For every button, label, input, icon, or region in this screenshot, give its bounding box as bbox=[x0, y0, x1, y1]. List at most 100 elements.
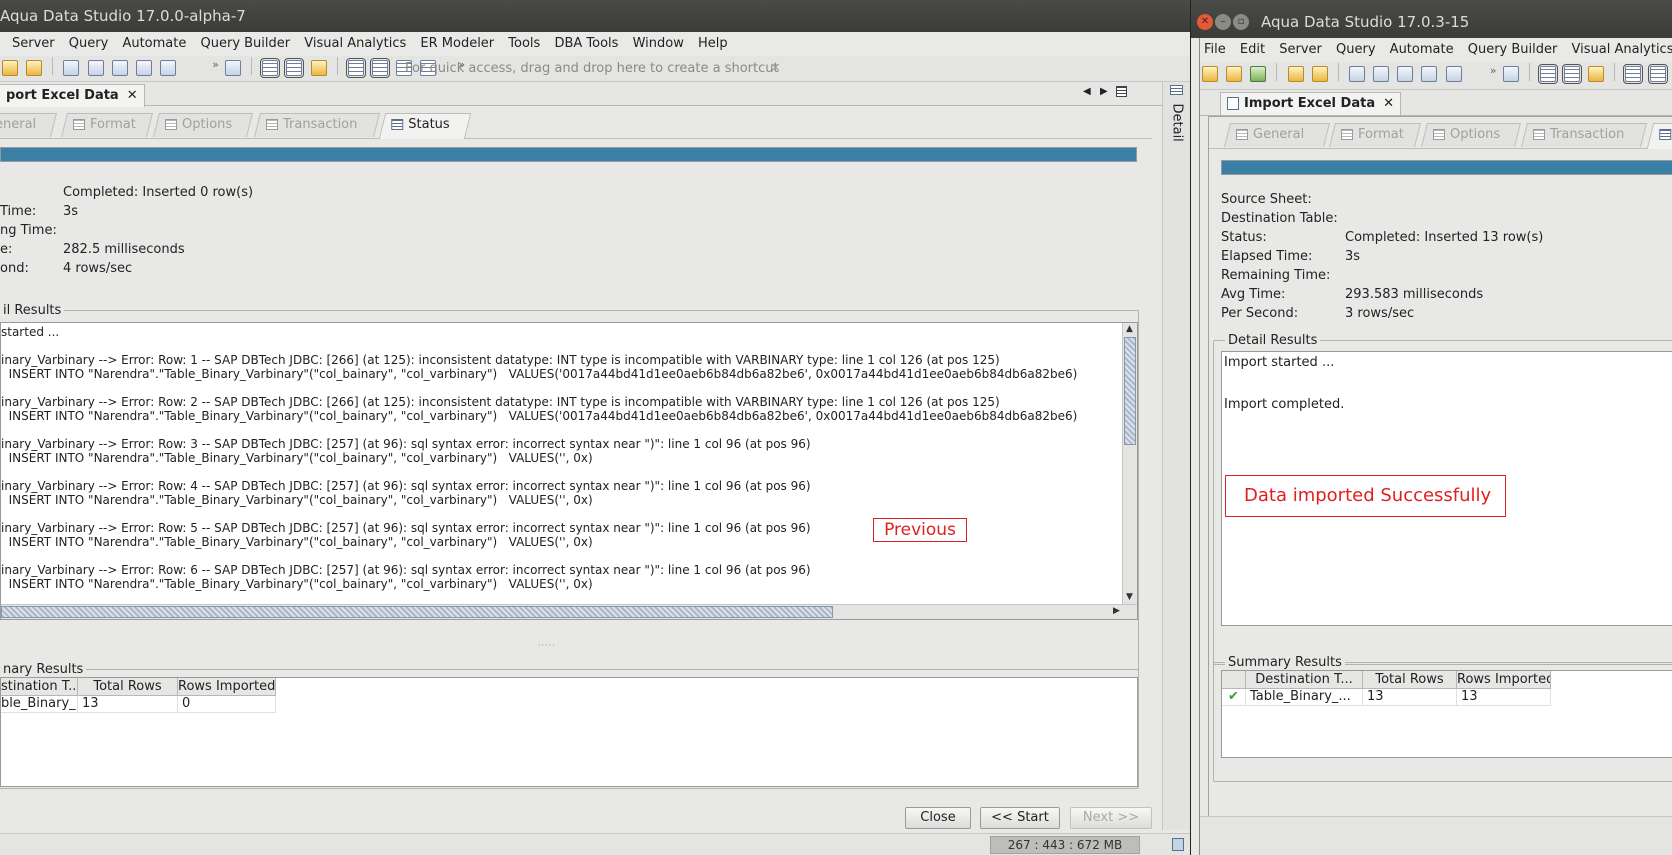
print-icon[interactable] bbox=[1445, 66, 1462, 82]
menu-window[interactable]: Window bbox=[633, 32, 684, 56]
tab-general[interactable]: eneral bbox=[0, 113, 57, 137]
tab-options[interactable]: Options bbox=[153, 113, 253, 137]
menu-automate[interactable]: Automate bbox=[122, 32, 186, 56]
window-maximize-icon[interactable]: ▫ bbox=[1233, 14, 1249, 30]
doc-tab-import-excel-data[interactable]: port Excel Data ✕ bbox=[0, 84, 145, 107]
menu-server[interactable]: Server bbox=[12, 32, 55, 56]
menu-server[interactable]: Server bbox=[1279, 38, 1322, 62]
edit-connection-icon[interactable] bbox=[1226, 66, 1243, 82]
refresh-icon[interactable] bbox=[1250, 66, 1267, 82]
scroll-thumb[interactable] bbox=[1, 606, 833, 618]
compare-icon[interactable] bbox=[1397, 66, 1414, 82]
log-text: Import started ... Import completed. bbox=[1224, 356, 1344, 412]
menu-query[interactable]: Query bbox=[1336, 38, 1376, 62]
detail-results-log[interactable]: started ... inary_Varbinary --> Error: Ro… bbox=[0, 322, 1138, 620]
memory-indicator[interactable]: 267 : 443 : 672 MB bbox=[990, 836, 1140, 854]
close-icon[interactable]: ✕ bbox=[127, 88, 138, 103]
tab-format[interactable]: Format bbox=[1329, 123, 1421, 147]
tab-general[interactable]: General bbox=[1224, 123, 1330, 147]
detail-side-tab[interactable]: Detail bbox=[1170, 104, 1185, 144]
menu-automate[interactable]: Automate bbox=[1390, 38, 1454, 62]
scroll-up-icon[interactable]: ▲ bbox=[1123, 323, 1136, 336]
splitter-grip[interactable]: ····· bbox=[538, 641, 556, 650]
menu-tools[interactable]: Tools bbox=[508, 32, 540, 56]
col-total-rows[interactable]: Total Rows bbox=[1363, 671, 1457, 689]
col-row-status[interactable] bbox=[1222, 671, 1246, 689]
new-connection-icon[interactable] bbox=[2, 60, 18, 76]
col-destination-table[interactable]: Destination T... bbox=[1246, 671, 1363, 689]
script-icon[interactable] bbox=[1502, 66, 1519, 82]
window-minimize-icon[interactable]: – bbox=[1215, 14, 1231, 30]
menu-query[interactable]: Query bbox=[69, 32, 109, 56]
garbage-collect-icon[interactable] bbox=[1172, 838, 1184, 851]
menu-visual-analytics[interactable]: Visual Analytics bbox=[1572, 38, 1672, 62]
start-button[interactable]: << Start bbox=[980, 807, 1060, 829]
menu-dba-tools[interactable]: DBA Tools bbox=[554, 32, 618, 56]
window-close-icon[interactable]: ✕ bbox=[1197, 14, 1213, 30]
col-total-rows[interactable]: Total Rows bbox=[78, 678, 178, 696]
close-button[interactable]: Close bbox=[905, 807, 971, 829]
quick-access-close-icon[interactable]: ✕ bbox=[770, 56, 781, 82]
tab-options[interactable]: Options bbox=[1421, 123, 1521, 147]
elapsed-time-value: 3s bbox=[1345, 249, 1361, 264]
summary-results-table[interactable]: Destination T... Total Rows Rows Importe… bbox=[1221, 670, 1672, 758]
tab-scroll-left-icon[interactable]: ◀ bbox=[1083, 86, 1091, 97]
menu-edit[interactable]: Edit bbox=[1240, 38, 1265, 62]
properties-icon[interactable] bbox=[1311, 66, 1328, 82]
tab-transaction[interactable]: Transaction bbox=[254, 113, 380, 137]
scroll-thumb[interactable] bbox=[1124, 337, 1136, 445]
results-grid-icon[interactable] bbox=[1623, 64, 1644, 84]
menu-query-builder[interactable]: Query Builder bbox=[1468, 38, 1558, 62]
next-button[interactable]: Next >> bbox=[1070, 807, 1152, 829]
col-rows-imported[interactable]: Rows Imported bbox=[1457, 671, 1551, 689]
query-analyzer-icon[interactable] bbox=[87, 60, 104, 76]
query-analyzer-icon[interactable] bbox=[1373, 66, 1390, 82]
elapsed-time-value: 3s bbox=[63, 204, 79, 219]
status-fields: Completed: Inserted 0 row(s) Time: 3s ng… bbox=[0, 183, 600, 283]
tab-status[interactable]: Status bbox=[378, 113, 472, 139]
table-view-icon[interactable] bbox=[1561, 64, 1582, 84]
col-rows-imported[interactable]: Rows Imported bbox=[178, 678, 276, 696]
scroll-down-icon[interactable]: ▼ bbox=[1123, 591, 1136, 604]
folder-icon[interactable] bbox=[1588, 66, 1605, 82]
table-icon bbox=[391, 119, 404, 130]
close-icon[interactable]: ✕ bbox=[1383, 96, 1394, 111]
export-icon[interactable] bbox=[135, 60, 152, 76]
tab-scroll-right-icon[interactable]: ▶ bbox=[1100, 86, 1108, 97]
compare-icon[interactable] bbox=[111, 60, 128, 76]
tab-transaction[interactable]: Transaction bbox=[1521, 123, 1647, 147]
toolbar-overflow-icon[interactable]: » bbox=[212, 58, 219, 71]
results-grid-icon[interactable] bbox=[345, 58, 366, 78]
query-window-icon[interactable] bbox=[63, 60, 80, 76]
grid-view-icon[interactable] bbox=[260, 58, 281, 78]
title-bar[interactable]: Aqua Data Studio 17.0.0-alpha-7 bbox=[0, 0, 1190, 32]
tab-list-icon[interactable] bbox=[1116, 86, 1127, 97]
folder-icon[interactable] bbox=[310, 60, 327, 76]
menu-file[interactable]: File bbox=[1204, 38, 1226, 62]
log-vertical-scrollbar[interactable]: ▲ ▼ bbox=[1122, 323, 1137, 604]
edit-connection-icon[interactable] bbox=[26, 60, 43, 76]
menu-help[interactable]: Help bbox=[698, 32, 728, 56]
menu-er-modeler[interactable]: ER Modeler bbox=[420, 32, 494, 56]
tab-format[interactable]: Format bbox=[61, 113, 153, 137]
script-icon[interactable] bbox=[225, 60, 241, 76]
new-connection-icon[interactable] bbox=[1202, 66, 1218, 82]
col-destination-table[interactable]: stination T... bbox=[1, 678, 78, 696]
toolbar-overflow-icon[interactable]: » bbox=[1490, 64, 1497, 77]
title-bar[interactable]: ✕ – ▫ Aqua Data Studio 17.0.3-15 bbox=[1191, 0, 1672, 38]
log-horizontal-scrollbar[interactable]: ▶ bbox=[1, 604, 1137, 619]
table-view-icon[interactable] bbox=[284, 58, 305, 78]
register-server-icon[interactable] bbox=[1287, 66, 1304, 82]
doc-tab-import-excel-data[interactable]: Import Excel Data ✕ bbox=[1220, 92, 1401, 115]
menu-query-builder[interactable]: Query Builder bbox=[201, 32, 291, 56]
pivot-icon[interactable] bbox=[369, 58, 390, 78]
print-icon[interactable] bbox=[159, 60, 176, 76]
scroll-right-icon[interactable]: ▶ bbox=[1110, 605, 1123, 618]
query-window-icon[interactable] bbox=[1348, 66, 1365, 82]
export-icon[interactable] bbox=[1421, 66, 1438, 82]
pivot-icon[interactable] bbox=[1647, 64, 1668, 84]
summary-results-table[interactable]: stination T... Total Rows Rows Imported … bbox=[0, 677, 1138, 787]
grid-view-icon[interactable] bbox=[1537, 64, 1558, 84]
menu-visual-analytics[interactable]: Visual Analytics bbox=[304, 32, 406, 56]
tab-status[interactable]: S bbox=[1646, 123, 1672, 149]
